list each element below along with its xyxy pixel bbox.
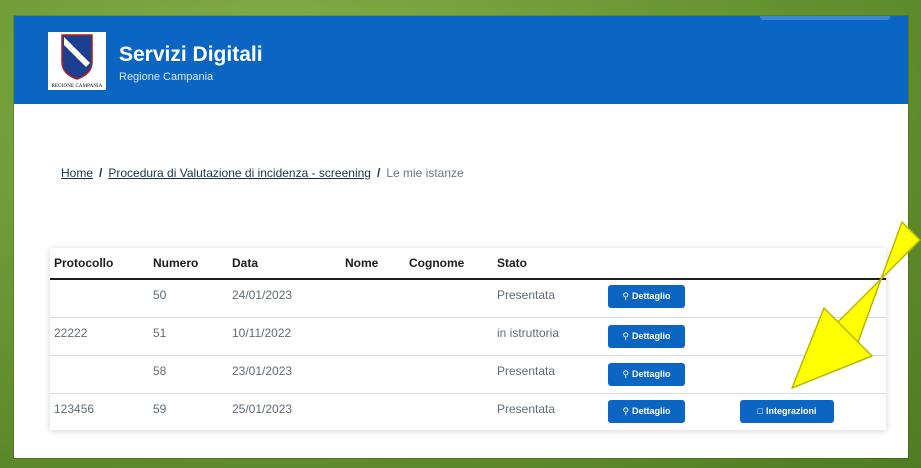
- column-header-protocollo: Protocollo: [54, 256, 114, 270]
- logo-caption: REGIONE CAMPANIA: [51, 84, 103, 89]
- cell-stato: Presentata: [497, 364, 556, 378]
- comment-icon: □: [757, 406, 763, 416]
- breadcrumb: Home / Procedura di Valutazione di inciden…: [61, 166, 464, 180]
- dettaglio-button[interactable]: ⚲ Dettaglio: [608, 400, 685, 423]
- region-shield-icon: [61, 34, 93, 80]
- cell-data: 10/11/2022: [232, 326, 292, 340]
- search-icon: ⚲: [622, 369, 630, 379]
- search-icon: ⚲: [622, 291, 630, 301]
- cell-numero: 59: [153, 402, 167, 416]
- column-header-nome: Nome: [345, 256, 379, 270]
- integrazioni-button[interactable]: □ Integrazioni: [740, 400, 834, 423]
- table-row: 22222 51 10/11/2022 in istruttoria ⚲ Dett…: [50, 318, 886, 356]
- dettaglio-label: Dettaglio: [632, 406, 671, 416]
- search-icon: ⚲: [622, 331, 630, 341]
- column-header-cognome: Cognome: [409, 256, 465, 270]
- dettaglio-button[interactable]: ⚲ Dettaglio: [608, 363, 685, 386]
- cell-stato: in istruttoria: [497, 326, 560, 340]
- cell-data: 23/01/2023: [232, 364, 293, 378]
- integrazioni-label: Integrazioni: [765, 406, 817, 416]
- breadcrumb-current: Le mie istanze: [386, 166, 464, 180]
- table-row: 58 23/01/2023 Presentata ⚲ Dettaglio: [50, 356, 886, 394]
- cell-data: 24/01/2023: [232, 288, 293, 302]
- table-row: 50 24/01/2023 Presentata ⚲ Dettaglio: [50, 280, 886, 318]
- dettaglio-label: Dettaglio: [632, 331, 671, 341]
- header-top-strip: [760, 16, 890, 20]
- table-header: Protocollo Numero Data Nome Cognome Stat…: [50, 248, 886, 280]
- search-icon: ⚲: [622, 406, 630, 416]
- breadcrumb-separator: /: [99, 166, 103, 180]
- site-subtitle: Regione Campania: [119, 71, 214, 83]
- column-header-numero: Numero: [153, 256, 199, 270]
- cell-protocollo: 22222: [54, 326, 88, 340]
- cell-stato: Presentata: [497, 288, 556, 302]
- breadcrumb-separator: /: [376, 166, 381, 180]
- dettaglio-button[interactable]: ⚲ Dettaglio: [608, 285, 685, 308]
- cell-numero: 58: [153, 364, 167, 378]
- table-row: 123456 59 25/01/2023 Presentata ⚲ Dettagl…: [50, 394, 886, 431]
- annotation-arrow-icon: [791, 221, 921, 389]
- breadcrumb-procedure-link[interactable]: Procedura di Valutazione di incidenza - …: [108, 166, 371, 180]
- site-title[interactable]: Servizi Digitali: [119, 43, 263, 67]
- cell-data: 25/01/2023: [232, 402, 293, 416]
- dettaglio-label: Dettaglio: [632, 369, 671, 379]
- cell-stato: Presentata: [497, 402, 556, 416]
- dettaglio-button[interactable]: ⚲ Dettaglio: [608, 325, 685, 348]
- cell-protocollo: 123456: [54, 402, 95, 416]
- istanze-table: Protocollo Numero Data Nome Cognome Stat…: [50, 248, 886, 430]
- cell-numero: 50: [153, 288, 167, 302]
- column-header-stato: Stato: [497, 256, 527, 270]
- dettaglio-label: Dettaglio: [632, 291, 671, 301]
- cell-numero: 51: [153, 326, 167, 340]
- site-header: REGIONE CAMPANIA Servizi Digitali Region…: [14, 16, 908, 104]
- region-logo[interactable]: REGIONE CAMPANIA: [48, 32, 106, 90]
- breadcrumb-home-link[interactable]: Home: [61, 166, 93, 180]
- column-header-data: Data: [232, 256, 259, 270]
